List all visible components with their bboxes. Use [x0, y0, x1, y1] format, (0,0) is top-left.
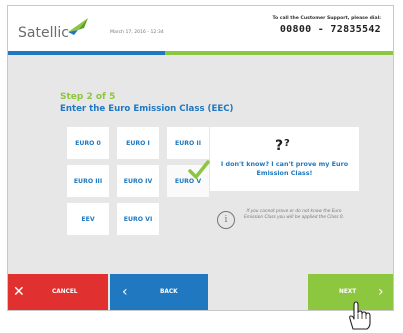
footer: ✕ CANCEL ‹ BACK NEXT ›: [8, 274, 393, 310]
back-label: BACK: [160, 289, 178, 295]
datetime: March 17, 2016 - 12:34: [110, 30, 164, 35]
dont-know-button[interactable]: ? ? I don't know? I can't prove my Euro …: [210, 127, 359, 191]
cancel-button[interactable]: ✕ CANCEL: [8, 274, 108, 310]
chevron-left-icon: ‹: [122, 284, 128, 300]
emission-button-euro-iv[interactable]: EURO IV: [117, 165, 159, 197]
satellic-logo-icon: [68, 18, 88, 35]
emission-button-eev[interactable]: EEV: [67, 203, 109, 235]
info-icon: i: [217, 211, 235, 229]
support-text: To call the Customer Support, please dia…: [272, 16, 381, 21]
header: Satellic March 17, 2016 - 12:34 To call …: [8, 6, 393, 49]
info-text: If you cannot prove or do not know the E…: [243, 209, 344, 220]
next-label: NEXT: [339, 289, 357, 295]
cancel-label: CANCEL: [52, 289, 78, 295]
question-marks-icon: ? ?: [275, 138, 290, 154]
kiosk-screen: Satellic March 17, 2016 - 12:34 To call …: [7, 5, 394, 311]
main-content: Step 2 of 5 Enter the Euro Emission Clas…: [8, 55, 393, 274]
checkmark-icon: [188, 160, 210, 179]
close-icon: ✕: [13, 284, 25, 300]
emission-button-euro-iii[interactable]: EURO III: [67, 165, 109, 197]
emission-button-euro-0[interactable]: EURO 0: [67, 127, 109, 159]
emission-button-euro-vi[interactable]: EURO VI: [117, 203, 159, 235]
step-subtitle: Enter the Euro Emission Class (EEC): [60, 104, 234, 114]
back-button[interactable]: ‹ BACK: [110, 274, 208, 310]
dont-know-label: I don't know? I can't prove my Euro Emis…: [220, 160, 349, 177]
emission-button-euro-i[interactable]: EURO I: [117, 127, 159, 159]
satellic-logo-text: Satellic: [18, 25, 69, 41]
support-phone: 00800 - 72835542: [279, 24, 381, 35]
chevron-right-icon: ›: [378, 284, 384, 300]
hand-pointer-icon: [349, 301, 371, 330]
step-title: Step 2 of 5: [60, 92, 116, 102]
svg-text:?: ?: [275, 138, 283, 154]
svg-text:?: ?: [284, 138, 290, 149]
emission-button-euro-ii[interactable]: EURO II: [167, 127, 209, 159]
